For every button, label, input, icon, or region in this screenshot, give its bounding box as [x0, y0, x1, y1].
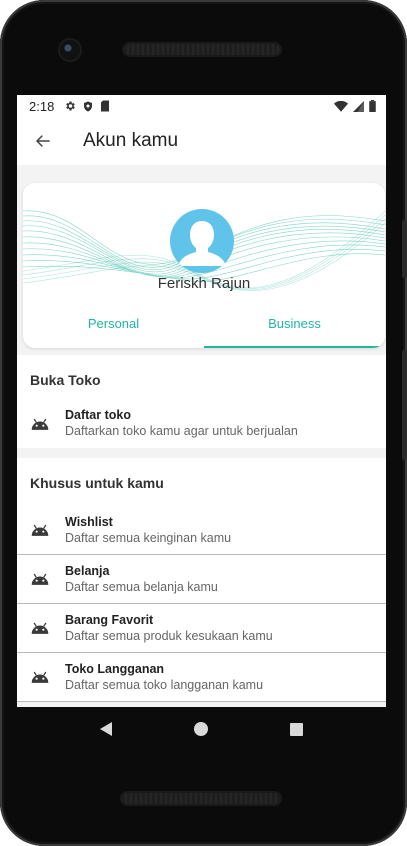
item-title: Barang Favorit — [65, 612, 154, 627]
power-button — [402, 220, 407, 278]
sd-card-icon — [101, 100, 110, 112]
list-item-toko-langganan[interactable]: Toko Langganan Daftar semua toko langgan… — [17, 653, 386, 702]
section-khusus-untuk-kamu: Khusus untuk kamu Wishlist Daftar semua … — [17, 458, 386, 702]
section-title: Buka Toko — [30, 372, 101, 388]
list-item-wishlist[interactable]: Wishlist Daftar semua keinginan kamu — [17, 506, 386, 555]
item-subtitle: Daftar semua keinginan kamu — [65, 530, 232, 545]
bottom-speaker — [122, 793, 280, 804]
screen: 2:18 Akun kamu Feriskh Rajun Personal Bu… — [17, 95, 386, 707]
profile-name: Feriskh Rajun — [157, 275, 251, 292]
volume-button — [402, 350, 407, 460]
list-item-belanja[interactable]: Belanja Daftar semua belanja kamu — [17, 555, 386, 604]
back-button[interactable] — [33, 131, 53, 151]
tab-business[interactable]: Business — [204, 305, 385, 348]
item-subtitle: Daftar semua toko langganan kamu — [65, 677, 264, 692]
item-title: Belanja — [65, 563, 110, 578]
battery-icon — [369, 100, 376, 112]
user-silhouette-icon — [178, 221, 226, 266]
system-navigation-bar — [17, 707, 386, 751]
home-circle-icon[interactable] — [194, 722, 208, 736]
gear-icon — [66, 101, 76, 111]
list-item-daftar-toko[interactable]: Daftar toko Daftarkan toko kamu agar unt… — [17, 399, 386, 448]
android-icon — [30, 621, 50, 635]
arrow-left-icon — [35, 135, 50, 147]
item-subtitle: Daftar semua produk kesukaan kamu — [65, 628, 273, 643]
list-item-barang-favorit[interactable]: Barang Favorit Daftar semua produk kesuk… — [17, 604, 386, 653]
app-bar: Akun kamu — [17, 117, 386, 165]
wifi-icon — [334, 100, 348, 112]
shield-icon — [84, 101, 93, 111]
item-title: Daftar toko — [65, 408, 131, 422]
profile-card: Feriskh Rajun Personal Business — [23, 183, 385, 348]
avatar[interactable] — [170, 209, 234, 273]
recents-square-icon[interactable] — [290, 722, 303, 736]
android-icon — [30, 670, 50, 684]
phone-frame: 2:18 Akun kamu Feriskh Rajun Personal Bu… — [0, 0, 407, 846]
back-triangle-icon[interactable] — [100, 722, 112, 736]
item-subtitle: Daftarkan toko kamu agar untuk berjualan — [65, 424, 298, 438]
android-icon — [30, 572, 50, 586]
tab-personal[interactable]: Personal — [23, 305, 204, 348]
android-icon — [30, 523, 50, 537]
signal-icon — [353, 100, 364, 112]
android-icon — [30, 417, 50, 431]
account-tabs: Personal Business — [23, 305, 385, 348]
front-camera-icon — [60, 40, 80, 60]
status-time: 2:18 — [29, 98, 55, 114]
section-buka-toko: Buka Toko Daftar toko Daftarkan toko kam… — [17, 355, 386, 448]
page-title: Akun kamu — [83, 130, 179, 151]
earpiece-speaker — [124, 44, 280, 55]
section-title: Khusus untuk kamu — [30, 475, 164, 491]
item-title: Wishlist — [65, 514, 113, 529]
status-bar: 2:18 — [17, 95, 386, 117]
item-title: Toko Langganan — [65, 661, 165, 676]
item-subtitle: Daftar semua belanja kamu — [65, 579, 218, 594]
